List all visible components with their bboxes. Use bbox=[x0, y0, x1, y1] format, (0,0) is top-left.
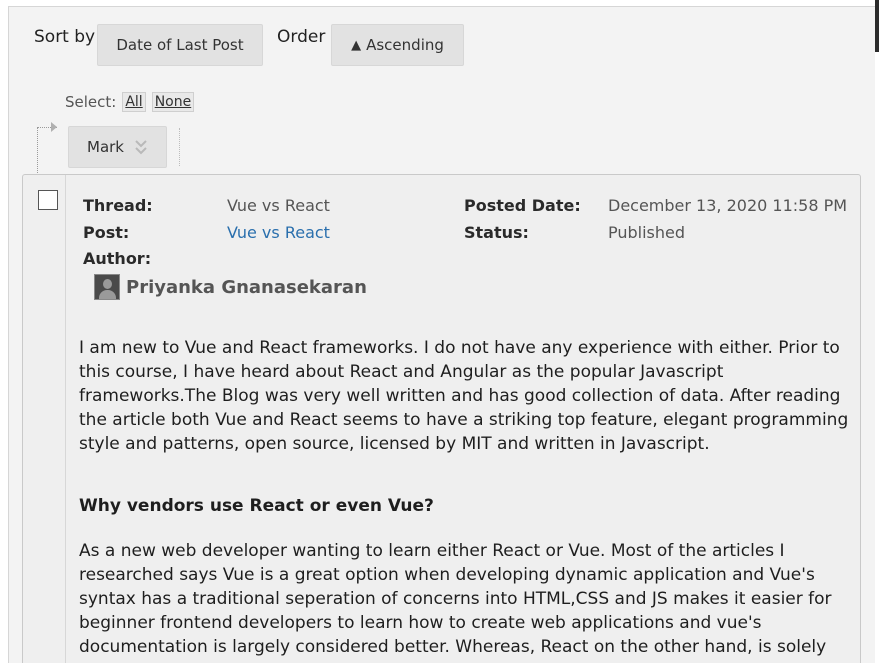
select-none-link[interactable]: None bbox=[151, 92, 195, 112]
posted-date-label: Posted Date: bbox=[464, 196, 581, 215]
post-body-paragraph: I am new to Vue and React frameworks. I … bbox=[79, 338, 849, 454]
status-label: Status: bbox=[464, 223, 529, 242]
sort-by-dropdown[interactable]: Date of Last Post bbox=[97, 24, 263, 66]
status-value: Published bbox=[608, 223, 686, 242]
thread-label: Thread: bbox=[83, 196, 153, 215]
author-name[interactable]: Priyanka Gnanasekaran bbox=[126, 277, 367, 298]
select-all-link[interactable]: All bbox=[122, 92, 146, 112]
order-label: Order bbox=[277, 27, 326, 47]
author-label: Author: bbox=[83, 249, 152, 268]
author-info: Priyanka Gnanasekaran bbox=[94, 274, 367, 300]
sort-by-label: Sort by bbox=[34, 27, 96, 47]
select-row: Select: All None bbox=[65, 92, 200, 112]
double-chevron-down-icon bbox=[134, 138, 148, 156]
order-toggle-button[interactable]: ▲ Ascending bbox=[331, 24, 464, 66]
post-body-paragraph: As a new web developer wanting to learn … bbox=[79, 541, 832, 663]
toolbar-divider bbox=[179, 128, 180, 166]
connector-arrow-icon bbox=[51, 122, 57, 132]
mark-label: Mark bbox=[87, 138, 124, 156]
order-value: Ascending bbox=[366, 36, 444, 54]
post-select-column bbox=[23, 175, 66, 663]
post-checkbox[interactable] bbox=[38, 190, 58, 210]
sort-by-value: Date of Last Post bbox=[116, 36, 244, 54]
posted-date-value: December 13, 2020 11:58 PM bbox=[608, 196, 848, 215]
mark-dropdown-button[interactable]: Mark bbox=[68, 126, 167, 168]
thread-value: Vue vs React bbox=[227, 196, 330, 215]
ascending-triangle-icon: ▲ bbox=[351, 37, 362, 53]
scrollbar-edge[interactable] bbox=[875, 0, 879, 52]
selection-connector bbox=[37, 127, 57, 173]
post-body-heading: Why vendors use React or even Vue? bbox=[79, 496, 434, 516]
post-label: Post: bbox=[83, 223, 130, 242]
select-label: Select: bbox=[65, 93, 117, 111]
post-link[interactable]: Vue vs React bbox=[227, 223, 330, 242]
avatar bbox=[94, 274, 120, 300]
post-card: Thread: Vue vs React Posted Date: Decemb… bbox=[22, 174, 861, 663]
